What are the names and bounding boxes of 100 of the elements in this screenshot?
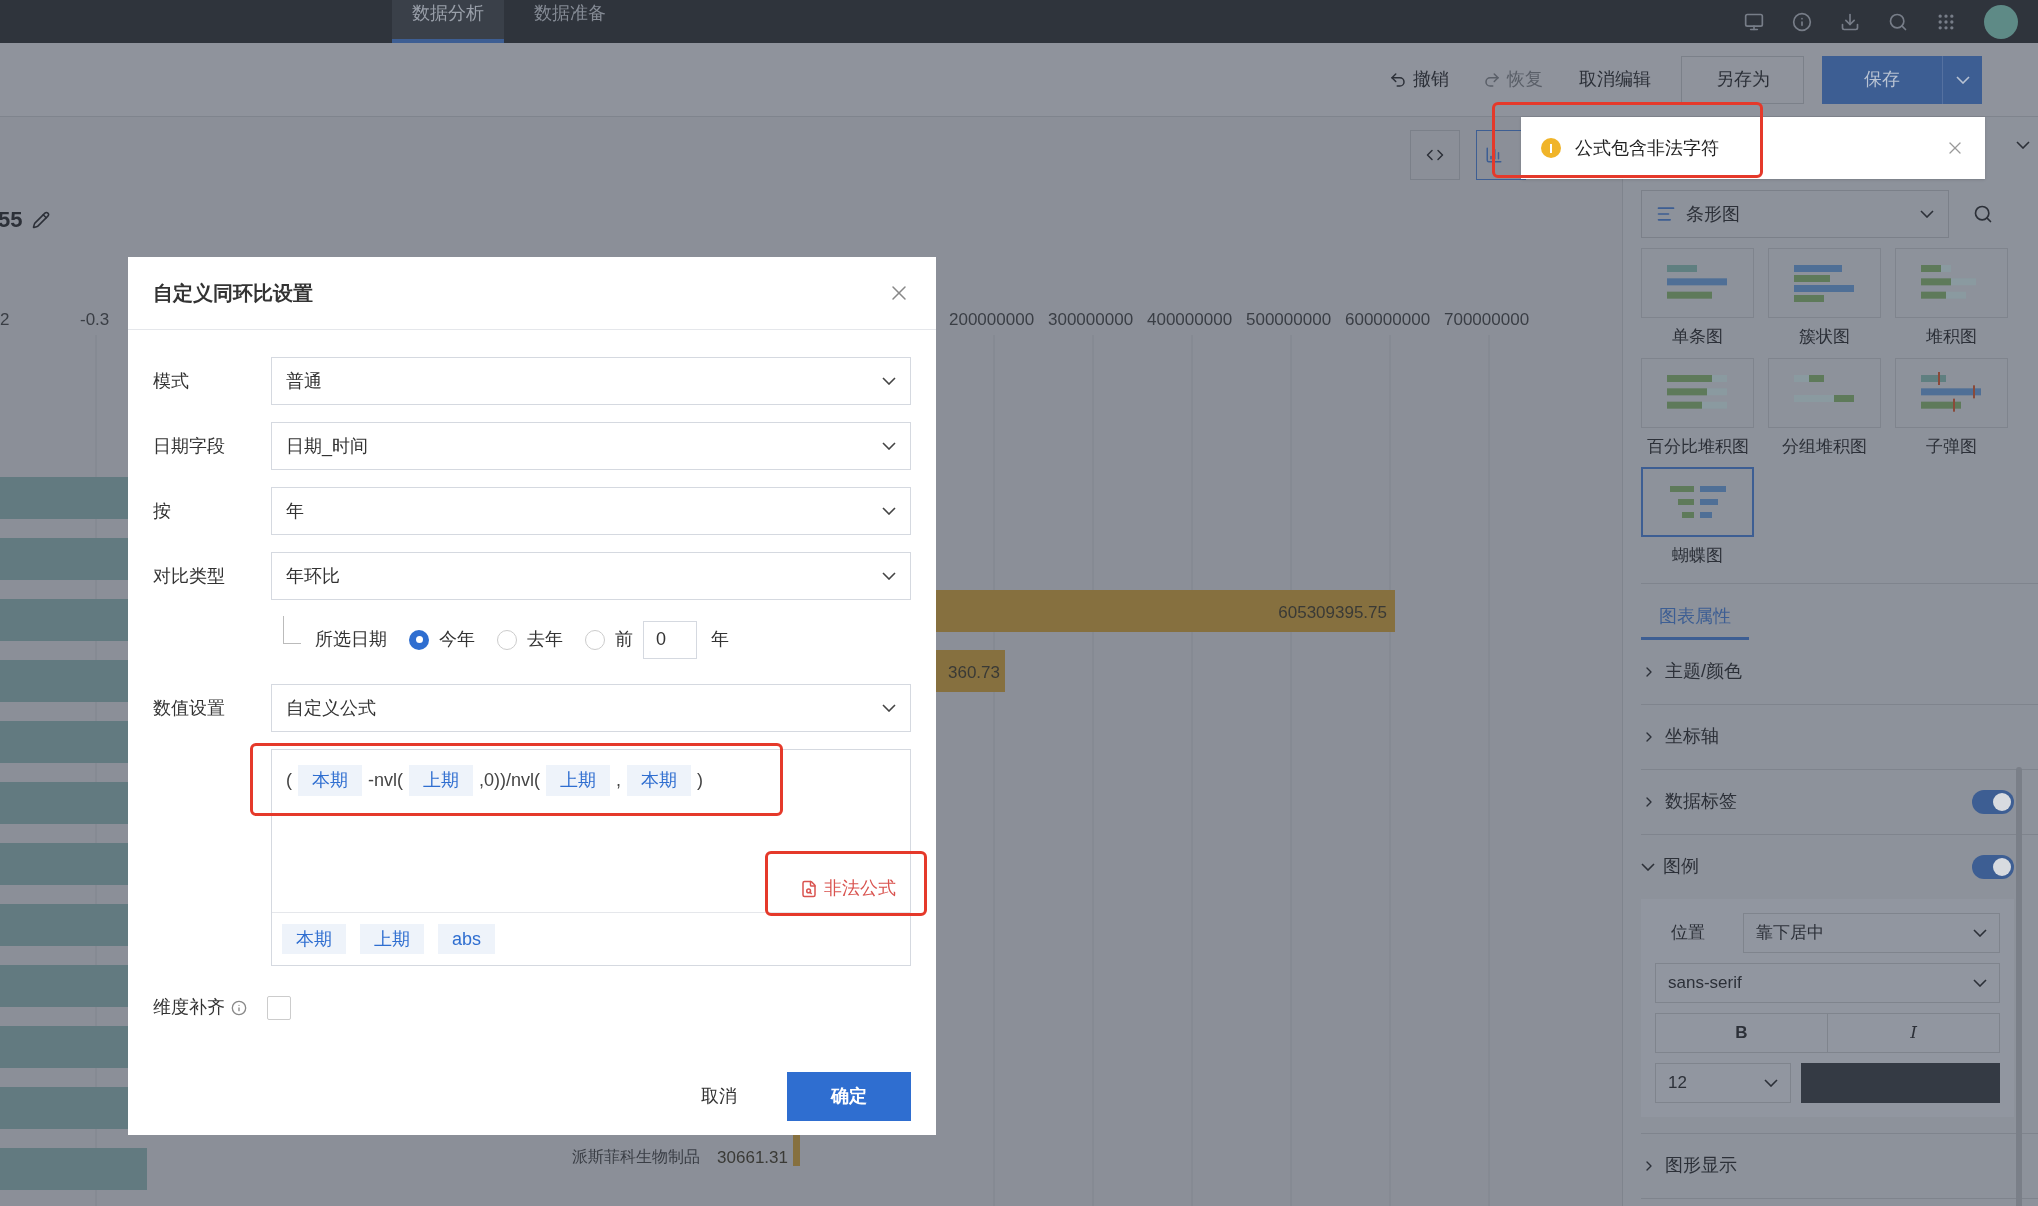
chart-type-tile[interactable] bbox=[1768, 248, 1881, 318]
toggle-switch[interactable] bbox=[1972, 789, 2014, 814]
formula-token: 本期 bbox=[627, 765, 692, 796]
unit-label: 年 bbox=[711, 628, 729, 651]
confirm-button[interactable]: 确定 bbox=[787, 1072, 911, 1121]
chart-type-tile[interactable] bbox=[1895, 248, 2008, 318]
formula-token: 上期 bbox=[546, 765, 610, 796]
number-input[interactable]: 0 bbox=[643, 620, 697, 659]
chevron-down-icon bbox=[882, 704, 896, 712]
undo-icon bbox=[1389, 70, 1407, 89]
toggle-switch[interactable] bbox=[1972, 854, 2014, 879]
chart-type-tile[interactable] bbox=[1641, 357, 1754, 428]
chevron-down-icon bbox=[882, 377, 896, 385]
chevron-down-icon bbox=[882, 572, 896, 580]
radio-option[interactable]: 前 bbox=[585, 626, 633, 653]
field-label: 日期字段 bbox=[153, 434, 226, 458]
section-header[interactable]: 数据标签 bbox=[1641, 769, 2014, 834]
info-icon bbox=[231, 999, 247, 1016]
axis-label: 400000000 bbox=[1147, 309, 1233, 331]
search-icon[interactable] bbox=[1888, 11, 1908, 32]
formula-text: ,0))/nvl( bbox=[479, 769, 540, 792]
dropdown-select[interactable]: 普通 bbox=[271, 357, 911, 405]
checkbox[interactable] bbox=[267, 995, 291, 1020]
field-label: 位置 bbox=[1670, 921, 1706, 944]
warning-icon bbox=[1541, 138, 1561, 158]
axis-label: 700000000 bbox=[1444, 309, 1530, 331]
radio-option[interactable]: 今年 bbox=[409, 626, 475, 653]
dropdown-select[interactable]: 日期_时间 bbox=[271, 422, 911, 470]
cancel-edit-button[interactable]: 取消编辑 bbox=[1565, 66, 1665, 93]
chevron-down-icon bbox=[1973, 978, 1987, 987]
chart-type-tile[interactable] bbox=[1895, 357, 2008, 428]
insert-token-button[interactable]: 本期 bbox=[282, 924, 346, 954]
data-label: 605309395.75 bbox=[1278, 602, 1387, 624]
chart-type-select[interactable]: 条形图 bbox=[1641, 190, 1949, 238]
search-icon[interactable] bbox=[1973, 204, 1993, 224]
axis-label: 500000000 bbox=[1246, 309, 1332, 331]
category-label: 派斯菲科生物制品 bbox=[572, 1147, 700, 1167]
chevron-down-icon bbox=[1641, 862, 1655, 871]
save-as-button[interactable]: 另存为 bbox=[1681, 55, 1804, 104]
chart-type-label: 分组堆积图 bbox=[1782, 435, 1867, 458]
dialog-title: 自定义同环比设置 bbox=[153, 281, 313, 306]
font-select[interactable]: sans-serif bbox=[1655, 962, 2000, 1003]
section-header[interactable]: 主题/颜色 bbox=[1641, 639, 2014, 704]
chart-type-label: 单条图 bbox=[1672, 326, 1723, 348]
bar-chart-icon bbox=[1656, 204, 1676, 224]
save-button[interactable]: 保存 bbox=[1822, 55, 1942, 104]
data-label: 360.73 bbox=[948, 662, 1000, 684]
field-label: 按 bbox=[153, 499, 172, 523]
nav-tab[interactable]: 数据分析 bbox=[392, 0, 504, 43]
chart-type-label: 子弹图 bbox=[1926, 435, 1977, 458]
section-header[interactable]: 图例 bbox=[1641, 834, 2014, 899]
dropdown-select[interactable]: 自定义公式 bbox=[271, 684, 911, 732]
axis-label: 300000000 bbox=[1048, 309, 1134, 331]
chevron-down-icon bbox=[882, 507, 896, 515]
bar-chart-icon bbox=[1485, 146, 1503, 164]
field-label: 所选日期 bbox=[315, 628, 387, 651]
chevron-down-icon bbox=[1973, 928, 1987, 937]
axis-label: 2 bbox=[0, 309, 10, 331]
chart-type-tile[interactable] bbox=[1641, 467, 1754, 537]
cancel-button[interactable]: 取消 bbox=[681, 1072, 757, 1121]
formula-token: 上期 bbox=[409, 765, 473, 796]
edit-icon[interactable] bbox=[32, 210, 51, 229]
chevron-down-icon bbox=[1764, 1078, 1778, 1087]
save-menu-button[interactable] bbox=[1942, 55, 1982, 104]
dropdown-select[interactable]: 年 bbox=[271, 487, 911, 535]
chart-type-label: 百分比堆积图 bbox=[1646, 435, 1749, 458]
chart-type-label: 堆积图 bbox=[1926, 326, 1977, 348]
monitor-icon[interactable] bbox=[1744, 11, 1764, 32]
field-label: 维度补齐 bbox=[153, 996, 225, 1019]
info-icon[interactable] bbox=[1792, 11, 1812, 32]
insert-token-button[interactable]: abs bbox=[438, 924, 496, 954]
radio-option[interactable]: 去年 bbox=[497, 626, 563, 653]
italic-button[interactable]: I bbox=[1828, 1012, 2000, 1053]
position-select[interactable]: 靠下居中 bbox=[1743, 912, 2000, 953]
dropdown-select[interactable]: 年环比 bbox=[271, 552, 911, 600]
chart-bar bbox=[793, 1135, 800, 1166]
nav-tab[interactable]: 数据准备 bbox=[514, 0, 626, 43]
chart-type-tile[interactable] bbox=[1768, 357, 1881, 428]
bold-button[interactable]: B bbox=[1655, 1012, 1828, 1053]
download-icon[interactable] bbox=[1840, 11, 1860, 32]
font-size-select[interactable]: 12 bbox=[1655, 1062, 1791, 1103]
section-header[interactable]: 图形显示 bbox=[1641, 1133, 2014, 1198]
formula-text: ( bbox=[286, 769, 292, 792]
axis-label: -0.3 bbox=[80, 309, 110, 331]
document-search-icon bbox=[800, 879, 818, 898]
section-header[interactable]: 坐标轴 bbox=[1641, 704, 2014, 769]
color-swatch[interactable] bbox=[1801, 1062, 2000, 1103]
data-label: 30661.31 bbox=[717, 1147, 788, 1169]
chart-type-tile[interactable] bbox=[1641, 248, 1754, 318]
chart-type-label: 蝴蝶图 bbox=[1672, 545, 1723, 567]
insert-token-button[interactable]: 上期 bbox=[360, 924, 424, 954]
chart-bar bbox=[936, 650, 1005, 692]
formula-text: ) bbox=[697, 769, 704, 792]
undo-button[interactable]: 撤销 bbox=[1377, 66, 1461, 93]
formula-editor[interactable]: ( 本期 -nvl( 上期 ,0))/nvl( 上期 , 本期 ) 非法公式 本期 上期 abs bbox=[271, 749, 911, 966]
avatar[interactable] bbox=[1984, 4, 2018, 39]
chevron-down-icon bbox=[1920, 210, 1934, 218]
toast-message: 公式包含非法字符 bbox=[1575, 136, 1720, 160]
field-label: 模式 bbox=[153, 369, 190, 393]
invalid-formula-status: 非法公式 bbox=[800, 875, 896, 902]
